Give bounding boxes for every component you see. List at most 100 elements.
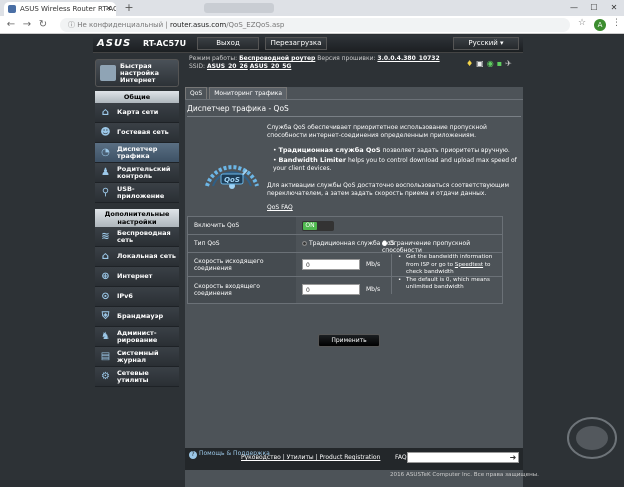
printer-icon[interactable]: ▣ (476, 59, 484, 68)
router-model: RT-AC57U (143, 39, 187, 48)
traffic-manager-icon: ◔ (101, 147, 110, 158)
reload-icon[interactable]: ↻ (36, 18, 50, 32)
chevron-down-icon: ▾ (500, 39, 504, 47)
logout-button[interactable]: Выход (197, 37, 259, 50)
radio-selected-icon (302, 241, 307, 246)
sidebar-item-label: Админист­рирование (117, 328, 158, 344)
faq-search-input[interactable] (407, 452, 519, 463)
activation-description: Для активации службы QoS достаточно восп… (267, 182, 510, 197)
reboot-button[interactable]: Перезагрузка (265, 37, 327, 50)
radio-unselected-icon (382, 241, 387, 246)
sidebar-item-traffic-manager[interactable]: ◔ Диспетчер трафика (95, 143, 179, 163)
sidebar-item-usb[interactable]: ⚲ USB-приложение (95, 183, 179, 203)
advanced-header: Дополнительные настройки (95, 209, 179, 227)
radio-traditional-qos[interactable]: Традиционная служба QoS (302, 240, 394, 247)
sidebar-item-network-map[interactable]: ⌂ Карта сети (95, 103, 179, 123)
browser-tab-title: ASUS Wireless Router RT-AC57U (20, 5, 116, 13)
speedtest-link[interactable]: Speedtest (455, 262, 483, 268)
ssid-24ghz: ASUS_20_26 (206, 63, 248, 70)
sidebar-item-label: Интернет (117, 272, 153, 280)
sidebar-item-label: Сетевые утилиты (117, 368, 149, 384)
sidebar-item-label: Беспроводная сеть (117, 228, 171, 244)
tab-traffic-monitor[interactable]: Мониторинг трафика (209, 87, 288, 99)
qos-description: Служба QoS обеспечивает приоритетное исп… (267, 124, 487, 139)
ipv6-icon: ⊙ (101, 291, 110, 302)
security-info-icon[interactable]: ⓘ (68, 21, 77, 29)
quick-setup-button[interactable]: Быстрая настройка Интернет (95, 59, 179, 87)
bandwidth-hint: • Get the bandwidth information from ISP … (391, 254, 503, 294)
tab-qos[interactable]: QoS (185, 87, 208, 99)
back-icon[interactable]: ← (4, 18, 18, 32)
admin-icon: ♞ (101, 331, 110, 342)
mode-value[interactable]: Беспроводной роутер (239, 55, 315, 62)
blurred-tab (204, 3, 274, 13)
enable-qos-label: Включить QoS (188, 217, 296, 234)
row-qos-type: Тип QoS Традиционная служба QoS Ограниче… (188, 235, 502, 254)
browser-tab[interactable]: ASUS Wireless Router RT-AC57U ✕ (4, 2, 116, 16)
sidebar-item-wireless[interactable]: ≋ Беспроводная сеть (95, 227, 179, 247)
page-title: Диспетчер трафика - QoS (187, 104, 289, 113)
close-window-icon[interactable]: ✕ (604, 0, 624, 16)
address-bar: ← → ↻ ⓘ Не конфиденциальный | router.asu… (0, 16, 624, 34)
sidebar-item-system-log[interactable]: ▤ Системный журнал (95, 347, 179, 367)
radio-bandwidth-label: Ограничение пропускной способности (382, 240, 471, 254)
url-field[interactable]: ⓘ Не конфиденциальный | router.asus.com/… (60, 18, 570, 32)
sidebar-item-label: Системный журнал (117, 348, 159, 364)
sidebar-item-internet[interactable]: ⊕ Интернет (95, 267, 179, 287)
sidebar-item-parental-control[interactable]: ♟ Родительский контроль (95, 163, 179, 183)
asus-logo: ASUS (97, 38, 132, 49)
usb-status-icon[interactable]: ▪ (497, 59, 502, 68)
status-icons: ♦ ▣ ◉ ▪ ✈ (466, 59, 512, 68)
download-speed-input[interactable]: 0 (302, 284, 360, 295)
sidebar-item-label: Родительский контроль (117, 164, 171, 180)
router-header: ASUS RT-AC57U Выход Перезагрузка Русский… (93, 35, 523, 53)
sidebar-item-label: Диспетчер трафика (117, 144, 158, 160)
language-select[interactable]: Русский ▾ (453, 37, 519, 50)
sidebar-item-label: Гостевая сеть (117, 128, 169, 136)
enable-qos-toggle[interactable]: ON (302, 221, 334, 231)
wireless-status-icon[interactable]: ✈ (505, 59, 512, 68)
lan-icon: ⌂ (101, 251, 110, 262)
language-value: Русский (468, 39, 498, 47)
guest-key-icon[interactable]: ♦ (466, 59, 473, 68)
log-icon: ▤ (100, 351, 111, 362)
internet-status-icon[interactable]: ◉ (487, 59, 494, 68)
toggle-on-label: ON (303, 222, 317, 230)
close-tab-icon[interactable]: ✕ (105, 2, 112, 16)
router-page: ASUS RT-AC57U Выход Перезагрузка Русский… (0, 35, 624, 487)
maximize-icon[interactable]: ☐ (584, 0, 604, 16)
row-enable-qos: Включить QoS ON (188, 217, 502, 235)
profile-avatar[interactable]: A (594, 19, 606, 31)
sidebar-item-lan[interactable]: ⌂ Локальная сеть (95, 247, 179, 267)
bookmark-star-icon[interactable]: ☆ (578, 18, 586, 28)
firmware-value[interactable]: 3.0.0.4.380_10732 (377, 55, 439, 62)
new-tab-button[interactable]: + (122, 2, 136, 14)
download-unit: Mb/s (366, 286, 381, 293)
qos-panel: Диспетчер трафика - QoS QoS Служба QoS о… (185, 99, 523, 439)
sidebar-item-network-tools[interactable]: ⚙ Сетевые утилиты (95, 367, 179, 387)
browser-menu-icon[interactable]: ⋮ (612, 18, 621, 28)
sidebar-item-guest-network[interactable]: ☻ Гостевая сеть (95, 123, 179, 143)
minimize-icon[interactable]: — (564, 0, 584, 16)
qos-faq-link[interactable]: QoS FAQ (267, 204, 293, 211)
bullet-bandwidth-bold: Bandwidth Limiter (278, 156, 347, 164)
gauge-label: QoS (224, 176, 240, 184)
tools-icon: ⚙ (101, 371, 110, 382)
apply-button[interactable]: Применить (318, 334, 380, 347)
site-watermark-logo (567, 417, 617, 459)
bullet-traditional-bold: Традиционная служба QoS (278, 146, 381, 154)
parental-control-icon: ♟ (101, 167, 110, 178)
footer-links[interactable]: Руководство | Утилиты | Product Registra… (241, 454, 380, 461)
network-map-icon: ⌂ (101, 107, 110, 118)
sidebar-item-firewall[interactable]: ⛨ Брандмауэр (95, 307, 179, 327)
copyright: 2016 ASUSTeK Computer Inc. Все права защ… (390, 472, 539, 478)
sidebar-item-ipv6[interactable]: ⊙ IPv6 (95, 287, 179, 307)
sidebar-item-administration[interactable]: ♞ Админист­рирование (95, 327, 179, 347)
faq-go-icon[interactable]: ➜ (507, 452, 519, 463)
wireless-icon: ≋ (101, 231, 110, 242)
upload-unit: Mb/s (366, 261, 381, 268)
upload-speed-input[interactable]: 0 (302, 259, 360, 270)
radio-bandwidth-limiter[interactable]: Ограничение пропускной способности (382, 240, 502, 254)
forward-icon[interactable]: → (20, 18, 34, 32)
globe-icon: ⊕ (101, 271, 110, 282)
